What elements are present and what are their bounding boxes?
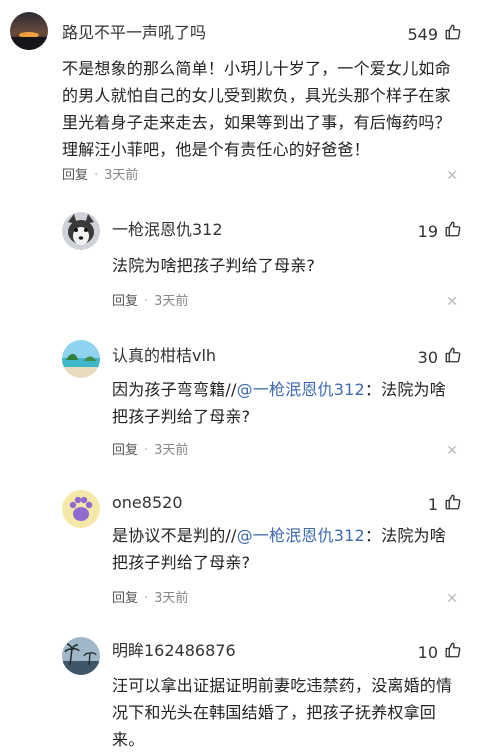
like-count: 19 [417, 221, 438, 241]
reply-item: 认真的柑桔vlh 30 因为孩子弯弯籍//@一枪泯恩仇312：法院为啥把孩子判给… [0, 330, 480, 480]
comment-meta: 回复 · 3天前 [62, 168, 138, 184]
reply-item: one8520 1 是协议不是判的//@一枪泯恩仇312：法院为啥把孩子判给了母… [0, 480, 480, 625]
like-button[interactable]: 10 [418, 641, 462, 664]
comment-author[interactable]: 认真的柑桔vlh [112, 346, 216, 366]
separator-dot: · [144, 443, 149, 458]
mention-link[interactable]: @一枪泯恩仇312 [237, 380, 365, 399]
like-count: 1 [427, 494, 438, 514]
comment-author[interactable]: 一枪泯恩仇312 [112, 220, 223, 240]
husky-dog-avatar-icon[interactable] [62, 212, 100, 250]
like-count: 10 [417, 642, 438, 662]
reply-button[interactable]: 回复 [112, 591, 138, 607]
comment-meta: 回复 · 3天前 [112, 591, 188, 607]
comment-text: 是协议不是判的//@一枪泯恩仇312：法院为啥把孩子判给了母亲? [112, 522, 462, 576]
comment-text: 不是想象的那么简单！小玥儿十岁了，一个爱女儿如命的男人就怕自己的女儿受到欺负，具… [62, 59, 451, 159]
reply-text: 因为孩子弯弯籍// [112, 380, 237, 399]
close-icon[interactable]: ✕ [446, 591, 458, 607]
comment-item: 路见不平一声吼了吗 549 不是想象的那么简单！小玥儿十岁了，一个爱女儿如命的男… [0, 0, 480, 200]
close-icon[interactable]: ✕ [446, 294, 458, 310]
comment-author[interactable]: 明眸162486876 [112, 641, 236, 661]
thumbs-up-icon [444, 493, 462, 516]
comment-text: 汪可以拿出证据证明前妻吃违禁药，没离婚的情况下和光头在韩国结婚了，把孩子抚养权拿… [112, 676, 453, 749]
reply-button[interactable]: 回复 [112, 443, 138, 459]
reply-text: 是协议不是判的// [112, 526, 237, 545]
reply-item: 一枪泯恩仇312 19 法院为啥把孩子判给了母亲? 回复 · 3天前 ✕ [0, 200, 480, 330]
mention-link[interactable]: @一枪泯恩仇312 [237, 526, 365, 545]
comment-text: 因为孩子弯弯籍//@一枪泯恩仇312：法院为啥把孩子判给了母亲? [112, 376, 462, 430]
reply-item: 明眸162486876 10 汪可以拿出证据证明前妻吃违禁药，没离婚的情况下和光… [0, 625, 480, 749]
reply-button[interactable]: 回复 [112, 294, 138, 310]
separator-dot: · [144, 591, 149, 606]
comment-time: 3天前 [104, 168, 139, 183]
like-button[interactable]: 549 [407, 23, 462, 46]
thumbs-up-icon [444, 220, 462, 243]
comment-time: 3天前 [154, 294, 189, 309]
beach-avatar-icon[interactable] [62, 340, 100, 378]
separator-dot: · [144, 294, 149, 309]
separator-dot: · [94, 168, 99, 183]
close-icon[interactable]: ✕ [446, 443, 458, 459]
thumbs-up-icon [444, 641, 462, 664]
comment-author[interactable]: one8520 [112, 493, 183, 513]
comment-time: 3天前 [154, 591, 189, 606]
like-button[interactable]: 1 [428, 493, 462, 516]
comment-author[interactable]: 路见不平一声吼了吗 [62, 23, 206, 43]
like-count: 549 [407, 24, 438, 44]
like-count: 30 [417, 347, 438, 367]
comment-meta: 回复 · 3天前 [112, 294, 188, 310]
comment-text: 法院为啥把孩子判给了母亲? [112, 256, 316, 275]
paw-avatar-icon[interactable] [62, 490, 100, 528]
like-button[interactable]: 30 [418, 346, 462, 369]
comment-meta: 回复 · 3天前 [112, 443, 188, 459]
like-button[interactable]: 19 [418, 220, 462, 243]
comment-time: 3天前 [154, 443, 189, 458]
thumbs-up-icon [444, 346, 462, 369]
close-icon[interactable]: ✕ [446, 168, 458, 184]
thumbs-up-icon [444, 23, 462, 46]
sunset-avatar-icon[interactable] [10, 12, 48, 50]
palm-avatar-icon[interactable] [62, 637, 100, 675]
reply-button[interactable]: 回复 [62, 168, 88, 184]
